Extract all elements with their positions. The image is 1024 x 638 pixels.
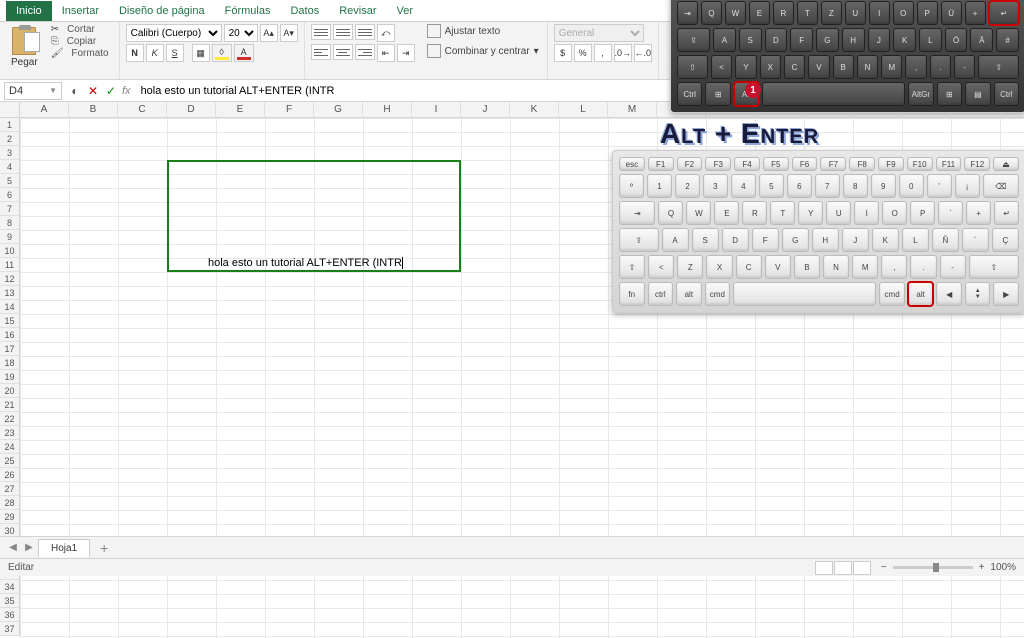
keyboard-dark: ⇥QWERTZUIOPÜ+↵ ⇪ASDFGHJKLÖÄ# ⇧<YXCVBNM,.…: [670, 0, 1024, 113]
clipboard-icon: [12, 27, 36, 55]
number-format-select[interactable]: General: [554, 24, 644, 42]
group-clipboard: Pegar ✂Cortar ⎘Copiar 🖌Formato: [0, 22, 120, 79]
sheet-tab-1[interactable]: Hoja1: [38, 539, 90, 557]
font-color-button[interactable]: A: [234, 44, 254, 62]
increase-font-button[interactable]: A▴: [260, 24, 278, 42]
wrap-text-button[interactable]: Ajustar texto: [425, 24, 541, 38]
group-font: Calibri (Cuerpo) 20 A▴ A▾ N K S ▦ ◊ A: [120, 22, 305, 79]
scissors-icon: ✂: [49, 24, 61, 35]
accept-formula-button[interactable]: ✓: [102, 84, 120, 98]
group-alignment: ⤺ ⇤ ⇥ Ajustar texto Combinar y centrar ▾: [305, 22, 548, 79]
align-center-button[interactable]: [333, 44, 353, 60]
status-bar: Editar − + 100%: [0, 558, 1024, 576]
copy-icon: ⎘: [49, 36, 61, 47]
underline-button[interactable]: S: [166, 44, 184, 62]
copy-button[interactable]: ⎘Copiar: [47, 36, 113, 47]
collapse-icon[interactable]: ◐: [66, 84, 84, 98]
name-box[interactable]: D4▼: [4, 82, 62, 100]
paste-label: Pegar: [11, 57, 38, 68]
overlay-title: ALT + ENTER: [660, 118, 819, 150]
sheet-tab-bar: ◀ ▶ Hoja1 +: [0, 536, 1024, 558]
step-badge-1: 1: [745, 82, 761, 98]
align-right-button[interactable]: [355, 44, 375, 60]
view-page-layout-button[interactable]: [834, 561, 852, 575]
font-size-select[interactable]: 20: [224, 24, 258, 42]
decrease-decimal-button[interactable]: ←.0: [634, 44, 652, 62]
tab-insert[interactable]: Insertar: [52, 1, 109, 21]
tab-home[interactable]: Inicio: [6, 1, 52, 21]
cancel-formula-button[interactable]: ✕: [84, 84, 102, 98]
merge-icon: [427, 44, 441, 58]
comma-button[interactable]: ,: [594, 44, 612, 62]
decrease-font-button[interactable]: A▾: [280, 24, 298, 42]
group-number: General $ % , .0→ ←.0: [548, 22, 659, 79]
brush-icon: 🖌: [49, 48, 66, 59]
view-buttons: [815, 561, 871, 575]
view-page-break-button[interactable]: [853, 561, 871, 575]
align-left-button[interactable]: [311, 44, 331, 60]
tab-page-layout[interactable]: Diseño de página: [109, 1, 215, 21]
selection-box: [167, 160, 461, 272]
border-button[interactable]: ▦: [192, 44, 210, 62]
tab-formulas[interactable]: Fórmulas: [215, 1, 281, 21]
bold-button[interactable]: N: [126, 44, 144, 62]
wrap-icon: [427, 24, 441, 38]
indent-increase-button[interactable]: ⇥: [397, 44, 415, 62]
chevron-down-icon: ▼: [49, 86, 57, 95]
select-all-corner[interactable]: [0, 102, 20, 118]
merge-center-button[interactable]: Combinar y centrar ▾: [425, 44, 541, 58]
format-painter-button[interactable]: 🖌Formato: [47, 48, 113, 59]
zoom-control: − + 100%: [881, 562, 1016, 573]
tab-view[interactable]: Ver: [387, 1, 424, 21]
align-middle-button[interactable]: [333, 24, 353, 40]
increase-decimal-button[interactable]: .0→: [614, 44, 632, 62]
keyboard-light: escF1F2F3F4F5F6F7F8F9F10F11F12⏏ º1234567…: [612, 150, 1024, 313]
sheet-nav-next[interactable]: ▶: [22, 542, 36, 553]
currency-button[interactable]: $: [554, 44, 572, 62]
orientation-button[interactable]: ⤺: [377, 24, 395, 42]
tab-data[interactable]: Datos: [280, 1, 329, 21]
alt-key-light: alt: [908, 282, 934, 306]
add-sheet-button[interactable]: +: [92, 540, 116, 556]
fx-icon[interactable]: fx: [122, 85, 131, 97]
zoom-out-button[interactable]: −: [881, 562, 887, 573]
view-normal-button[interactable]: [815, 561, 833, 575]
sheet-nav-prev[interactable]: ◀: [6, 542, 20, 553]
status-mode: Editar: [8, 562, 34, 573]
enter-key-dark: ↵: [989, 1, 1019, 25]
zoom-percent[interactable]: 100%: [990, 562, 1016, 573]
align-bottom-button[interactable]: [355, 24, 375, 40]
align-top-button[interactable]: [311, 24, 331, 40]
percent-button[interactable]: %: [574, 44, 592, 62]
font-name-select[interactable]: Calibri (Cuerpo): [126, 24, 222, 42]
cell-content: hola esto un tutorial ALT+ENTER (INTR: [208, 257, 403, 269]
paste-button[interactable]: Pegar: [6, 24, 43, 71]
zoom-slider[interactable]: [893, 566, 973, 569]
italic-button[interactable]: K: [146, 44, 164, 62]
zoom-in-button[interactable]: +: [979, 562, 985, 573]
fill-color-button[interactable]: ◊: [212, 44, 232, 62]
tab-review[interactable]: Revisar: [329, 1, 386, 21]
cut-button[interactable]: ✂Cortar: [47, 24, 113, 35]
indent-decrease-button[interactable]: ⇤: [377, 44, 395, 62]
